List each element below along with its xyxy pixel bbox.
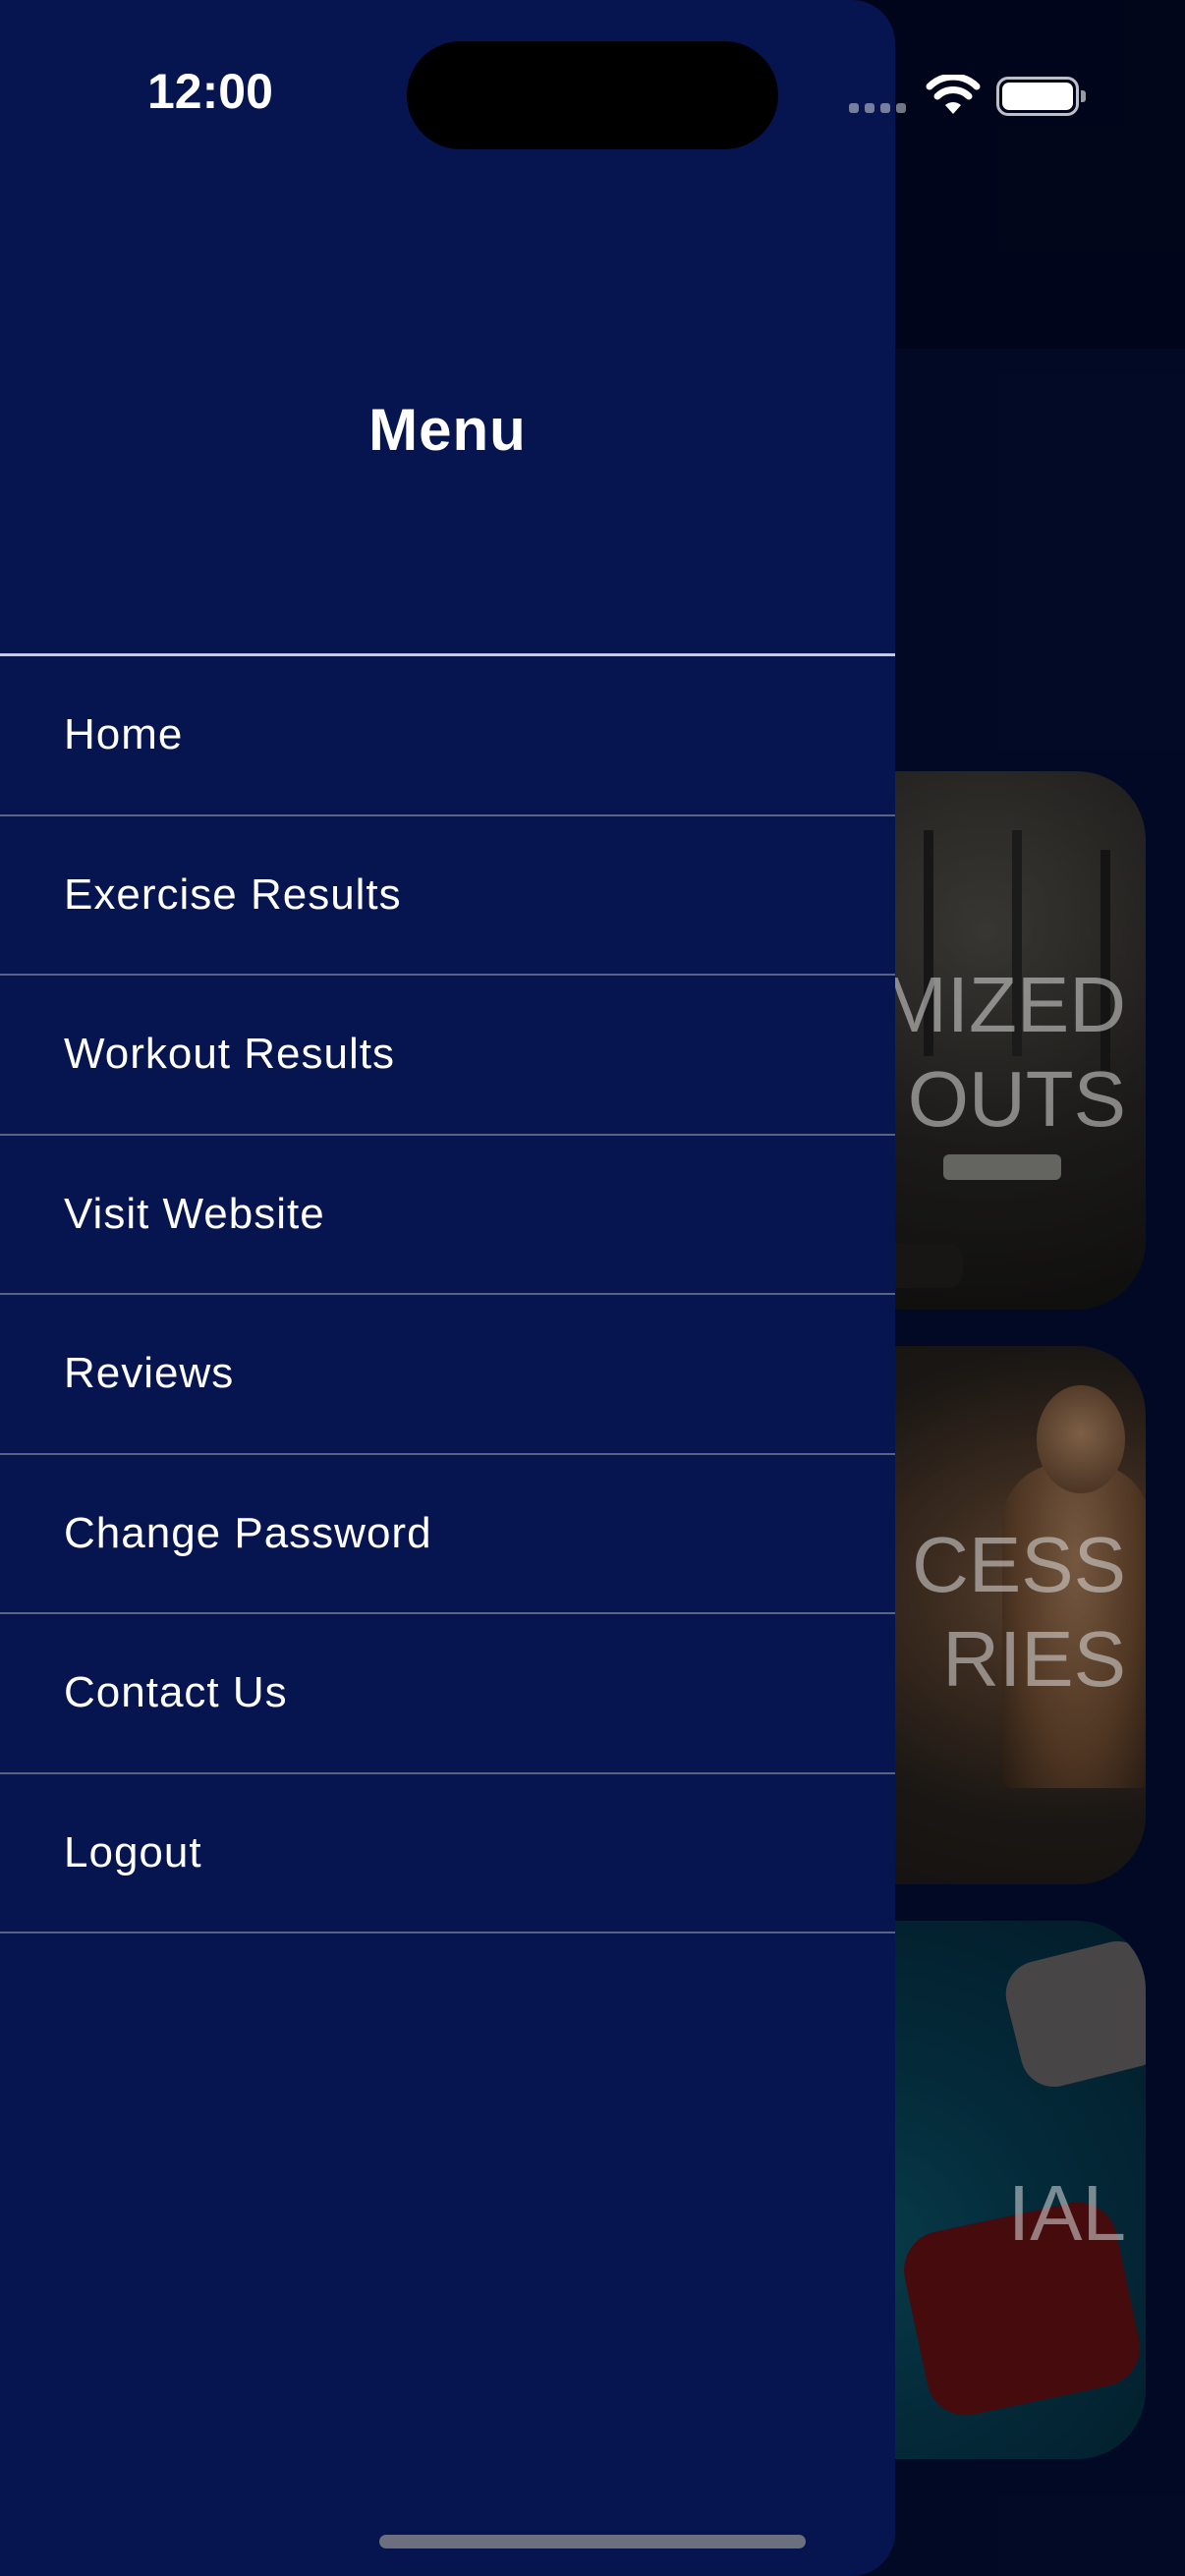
menu-item-label: Workout Results (64, 1030, 395, 1079)
navigation-drawer: Menu Home Exercise Results Workout Resul… (0, 0, 895, 2576)
cellular-signal-icon (849, 103, 906, 113)
menu-item-reviews[interactable]: Reviews (0, 1295, 895, 1455)
menu-list: Home Exercise Results Workout Results Vi… (0, 656, 895, 1933)
menu-item-exercise-results[interactable]: Exercise Results (0, 816, 895, 976)
menu-item-label: Change Password (64, 1508, 432, 1557)
menu-item-change-password[interactable]: Change Password (0, 1455, 895, 1614)
menu-item-contact-us[interactable]: Contact Us (0, 1614, 895, 1774)
card-title: CESS RIES (912, 1521, 1126, 1703)
menu-title: Menu (368, 397, 527, 463)
home-indicator[interactable] (379, 2535, 806, 2548)
menu-item-logout[interactable]: Logout (0, 1774, 895, 1933)
battery-icon (996, 77, 1086, 116)
menu-item-label: Contact Us (64, 1668, 288, 1717)
card-title: IAL (1007, 2169, 1126, 2257)
menu-item-label: Exercise Results (64, 869, 402, 919)
menu-item-label: Home (64, 710, 184, 759)
menu-item-visit-website[interactable]: Visit Website (0, 1136, 895, 1295)
menu-item-home[interactable]: Home (0, 656, 895, 816)
wifi-icon (926, 75, 981, 114)
screen: MIZED OUTS CESS RIES IAL Menu Home Exerc… (0, 0, 1185, 2576)
menu-item-label: Reviews (64, 1349, 235, 1398)
menu-item-workout-results[interactable]: Workout Results (0, 976, 895, 1136)
dynamic-island (407, 41, 778, 149)
menu-item-label: Visit Website (64, 1189, 325, 1238)
card-title: MIZED OUTS (881, 961, 1126, 1143)
menu-item-label: Logout (64, 1827, 202, 1876)
status-time: 12:00 (147, 64, 273, 119)
